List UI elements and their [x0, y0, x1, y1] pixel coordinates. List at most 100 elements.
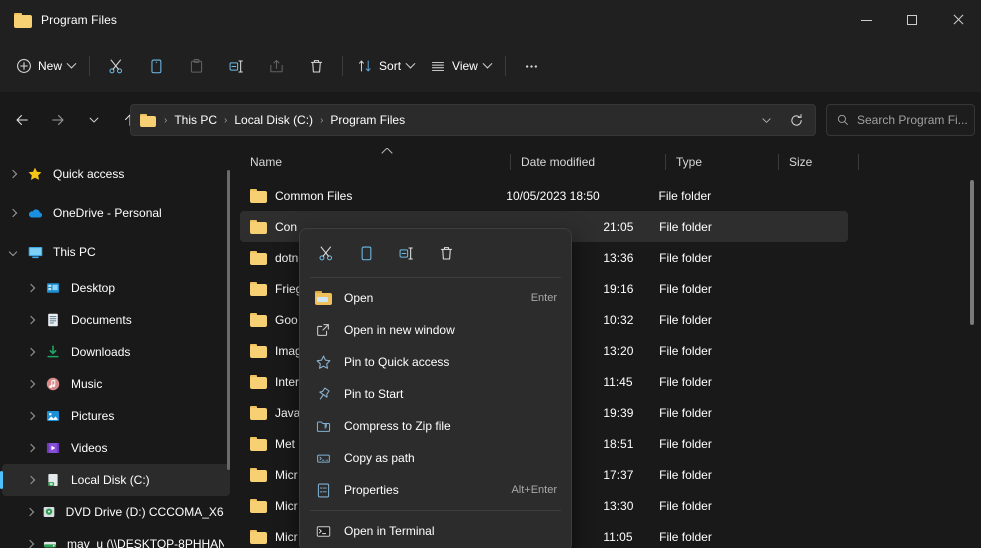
address-bar[interactable]: › This PC › Local Disk (C:) › Program Fi… — [130, 104, 816, 136]
sidebar-item-local-disk-c[interactable]: Local Disk (C:) — [0, 464, 230, 496]
sidebar-item-videos[interactable]: Videos — [2, 432, 230, 464]
breadcrumb: › This PC › Local Disk (C:) › Program Fi… — [162, 110, 410, 130]
cell-type: File folder — [659, 312, 712, 327]
search-input[interactable]: Search Program Fi... — [857, 113, 968, 127]
expand-twisty[interactable] — [20, 475, 42, 485]
table-row[interactable]: Common Files 10/05/2023 18:50 File folde… — [240, 180, 848, 211]
downloads-icon — [42, 344, 64, 360]
forward-button[interactable] — [42, 104, 74, 136]
context-copy-button[interactable] — [346, 237, 386, 269]
network-drive-icon — [40, 536, 60, 548]
copy-button[interactable] — [136, 50, 176, 82]
expand-twisty[interactable] — [20, 411, 42, 421]
file-name: Con — [275, 219, 298, 234]
expand-twisty[interactable] — [20, 379, 42, 389]
window-title: Program Files — [41, 13, 117, 27]
expand-twisty[interactable] — [20, 283, 42, 293]
expand-twisty[interactable] — [2, 208, 24, 218]
breadcrumb-item-this-pc[interactable]: This PC — [169, 110, 222, 130]
view-button[interactable]: View — [422, 50, 499, 82]
arrow-right-icon — [52, 115, 64, 125]
sidebar-item-documents[interactable]: Documents — [2, 304, 230, 336]
cell-type: File folder — [659, 250, 712, 265]
cut-button[interactable] — [96, 50, 136, 82]
sidebar-item-dvd-drive-d[interactable]: DVD Drive (D:) CCCOMA_X64FR — [2, 496, 230, 528]
properties-icon — [312, 482, 334, 499]
back-button[interactable] — [6, 104, 38, 136]
context-menu-item-label: Properties — [344, 483, 399, 497]
sidebar-item-music[interactable]: Music — [2, 368, 230, 400]
breadcrumb-item-local-disk[interactable]: Local Disk (C:) — [229, 110, 318, 130]
column-header-label: Size — [789, 155, 813, 169]
sidebar-scrollbar[interactable] — [227, 170, 230, 470]
file-name: Met — [275, 436, 296, 451]
sidebar-item-network-drive[interactable]: mav_u (\\DESKTOP-8PHHAN9\l — [2, 528, 230, 548]
paste-button[interactable] — [176, 50, 216, 82]
context-menu-item-label: Pin to Start — [344, 387, 404, 401]
column-header-date-modified[interactable]: Date modified — [511, 148, 666, 176]
context-menu-item-pin-to-start[interactable]: Pin to Start — [304, 378, 567, 410]
sidebar-item-label: Music — [71, 377, 103, 391]
breadcrumb-separator: › — [164, 114, 168, 126]
ellipsis-icon — [526, 64, 538, 68]
expand-twisty[interactable] — [20, 315, 42, 325]
sidebar-item-label: Documents — [71, 313, 132, 327]
sidebar-item-this-pc[interactable]: This PC — [2, 236, 230, 268]
expand-twisty[interactable] — [2, 169, 24, 179]
context-rename-button[interactable] — [386, 237, 426, 269]
sidebar-item-desktop[interactable]: Desktop — [2, 272, 230, 304]
sort-button[interactable]: Sort — [349, 50, 422, 82]
column-divider[interactable] — [858, 154, 859, 170]
file-name: Imag — [275, 343, 302, 358]
breadcrumb-separator: › — [224, 114, 228, 126]
videos-icon — [42, 440, 64, 456]
see-more-button[interactable] — [512, 50, 552, 82]
cell-date-modified: 10/05/2023 18:50 — [506, 188, 600, 203]
expand-twisty[interactable] — [20, 443, 42, 453]
sidebar-item-quick-access[interactable]: Quick access — [2, 158, 230, 190]
column-header-type[interactable]: Type — [666, 148, 779, 176]
maximize-button[interactable] — [889, 0, 935, 40]
refresh-icon — [790, 113, 802, 126]
previous-locations-button[interactable] — [752, 106, 780, 134]
context-menu-item-copy-as-path[interactable]: Copy as path — [304, 442, 567, 474]
search-box[interactable]: Search Program Fi... — [826, 104, 975, 136]
cell-type: File folder — [658, 188, 712, 203]
sidebar-item-onedrive[interactable]: OneDrive - Personal — [2, 197, 230, 229]
context-delete-button[interactable] — [426, 237, 466, 269]
folder-icon — [250, 374, 267, 389]
context-menu-item-open-in-new-window[interactable]: Open in new window — [304, 314, 567, 346]
context-menu-item-open-in-terminal[interactable]: Open in Terminal — [304, 515, 567, 547]
copy-path-icon — [312, 450, 334, 467]
share-button[interactable] — [256, 50, 296, 82]
recent-locations-button[interactable] — [78, 104, 110, 136]
context-menu-item-compress-to-zip[interactable]: Compress to Zip file — [304, 410, 567, 442]
context-menu-item-properties[interactable]: Properties Alt+Enter — [304, 474, 567, 506]
context-menu-item-open[interactable]: Open Enter — [304, 282, 567, 314]
new-button[interactable]: New — [8, 50, 83, 82]
file-list-scrollbar[interactable] — [970, 180, 974, 325]
close-button[interactable] — [935, 0, 981, 40]
cell-type: File folder — [659, 498, 712, 513]
refresh-button[interactable] — [780, 106, 812, 134]
rename-button[interactable] — [216, 50, 256, 82]
column-header-name[interactable]: Name — [240, 148, 511, 176]
breadcrumb-item-program-files[interactable]: Program Files — [325, 110, 410, 130]
expand-twisty[interactable] — [20, 539, 40, 548]
collapse-twisty[interactable] — [2, 247, 24, 257]
file-name: Goo — [275, 312, 298, 327]
column-headers: Name Date modified Type Size — [240, 148, 981, 176]
folder-icon — [140, 113, 156, 127]
context-cut-button[interactable] — [306, 237, 346, 269]
expand-twisty[interactable] — [20, 347, 42, 357]
sidebar-item-pictures[interactable]: Pictures — [2, 400, 230, 432]
minimize-button[interactable] — [843, 0, 889, 40]
cell-type: File folder — [659, 219, 712, 234]
expand-twisty[interactable] — [20, 507, 39, 517]
cell-type: File folder — [659, 405, 712, 420]
cell-type: File folder — [659, 436, 712, 451]
sidebar-item-downloads[interactable]: Downloads — [2, 336, 230, 368]
delete-button[interactable] — [296, 50, 336, 82]
column-header-size[interactable]: Size — [779, 148, 859, 176]
context-menu-item-pin-to-quick-access[interactable]: Pin to Quick access — [304, 346, 567, 378]
